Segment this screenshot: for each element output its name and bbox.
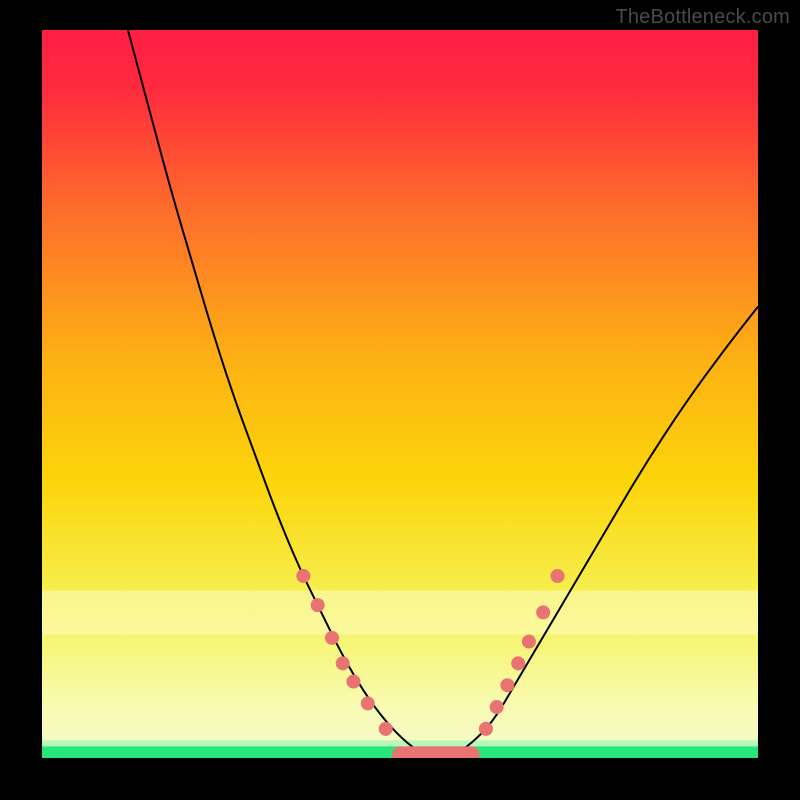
data-dot — [551, 569, 565, 583]
data-dot — [325, 631, 339, 645]
data-dot — [490, 700, 504, 714]
gradient-background — [42, 30, 758, 758]
data-dot — [346, 675, 360, 689]
data-dot — [511, 656, 525, 670]
pale-band — [42, 591, 758, 635]
data-dot — [500, 678, 514, 692]
data-dot — [522, 635, 536, 649]
plot-svg — [42, 30, 758, 758]
data-dot — [536, 605, 550, 619]
data-dot — [379, 722, 393, 736]
data-dot — [336, 656, 350, 670]
data-dot — [361, 696, 375, 710]
data-dot — [296, 569, 310, 583]
chart-stage: TheBottleneck.com — [0, 0, 800, 800]
plot-area — [42, 30, 758, 758]
green-stripe-fade — [42, 740, 758, 746]
watermark-text: TheBottleneck.com — [615, 6, 790, 29]
bottom-pill — [392, 746, 480, 758]
data-dot — [479, 722, 493, 736]
data-dot — [311, 598, 325, 612]
